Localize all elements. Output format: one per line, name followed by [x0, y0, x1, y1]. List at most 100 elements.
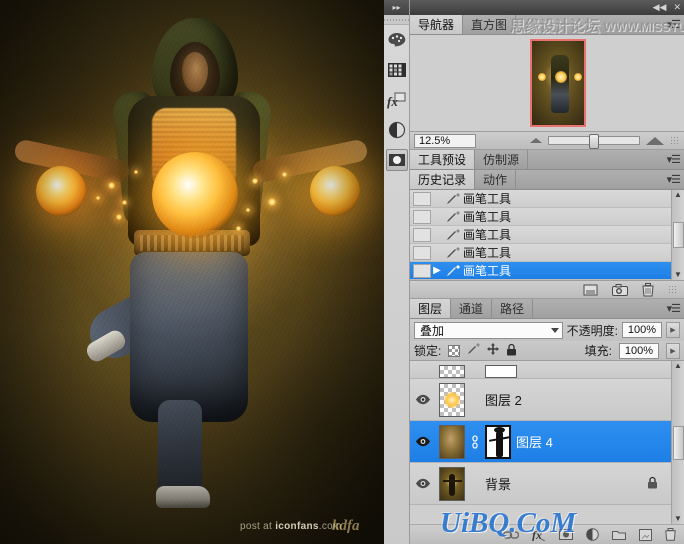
- color-palette-icon[interactable]: [385, 25, 409, 55]
- new-group-icon[interactable]: [612, 529, 626, 540]
- zoom-slider-knob[interactable]: [589, 134, 599, 149]
- layers-scroll-up-icon[interactable]: ▲: [674, 361, 682, 371]
- image-canvas[interactable]: post at iconfans.com kdfa: [0, 0, 384, 544]
- history-list[interactable]: 画笔工具 画笔工具 画笔工具 画笔工具 ▶ 画笔工具 ▲ ▼: [410, 190, 684, 281]
- swatches-grid-icon[interactable]: [385, 55, 409, 85]
- navigator-panel-menu-icon[interactable]: ▾☰: [667, 18, 681, 31]
- layer-thumbnail[interactable]: [439, 365, 465, 378]
- layer-visibility-toggle[interactable]: [412, 436, 434, 447]
- fill-stepper[interactable]: ▶: [666, 342, 680, 359]
- layer-name: 图层 2: [485, 393, 522, 408]
- toolpresets-tabstrip: 工具预设 仿制源 ▾☰: [410, 150, 684, 170]
- history-item-selected[interactable]: ▶ 画笔工具: [410, 262, 684, 280]
- navigator-preview[interactable]: [410, 35, 684, 132]
- history-snapshot-toggle[interactable]: [413, 245, 431, 260]
- layers-scrollbar[interactable]: ▲ ▼: [671, 361, 684, 524]
- link-layers-icon[interactable]: [503, 530, 519, 540]
- layer-thumbnail[interactable]: [439, 466, 465, 501]
- brush-tool-icon: [443, 192, 463, 205]
- brush-tool-icon: [443, 246, 463, 259]
- layers-scroll-thumb[interactable]: [672, 425, 684, 460]
- tab-clone-source[interactable]: 仿制源: [475, 150, 529, 169]
- history-snapshot-toggle[interactable]: [413, 191, 431, 206]
- canvas-credit: post at iconfans.com: [240, 521, 342, 532]
- adjustment-layer-icon[interactable]: [586, 528, 599, 541]
- history-snapshot-toggle[interactable]: [413, 263, 431, 278]
- rail-expand-button[interactable]: ▸▸: [384, 0, 409, 15]
- layer-list[interactable]: 图层 2 图层 4 背景 ▲ ▼: [410, 361, 684, 524]
- tab-histogram[interactable]: 直方图: [463, 15, 517, 34]
- history-scroll-up-icon[interactable]: ▲: [674, 190, 682, 200]
- history-tabstrip: 历史记录 动作 ▾☰: [410, 170, 684, 190]
- opacity-label: 不透明度:: [566, 323, 618, 338]
- layer-row-selected[interactable]: 图层 4: [410, 421, 684, 463]
- layer-visibility-toggle[interactable]: [412, 394, 434, 405]
- new-document-icon[interactable]: [583, 284, 598, 296]
- zoom-out-icon[interactable]: [530, 138, 542, 143]
- history-snapshot-toggle[interactable]: [413, 227, 431, 242]
- zoom-in-icon[interactable]: [646, 136, 664, 145]
- masks-icon[interactable]: [385, 149, 408, 171]
- lock-all-icon[interactable]: [506, 343, 517, 359]
- zoom-slider[interactable]: [548, 134, 640, 149]
- svg-text:fx: fx: [532, 528, 542, 541]
- layer-mask-icon[interactable]: [559, 529, 573, 540]
- history-item[interactable]: 画笔工具: [410, 190, 684, 208]
- history-snapshot-toggle[interactable]: [413, 209, 431, 224]
- history-scroll-down-icon[interactable]: ▼: [674, 270, 682, 280]
- layer-row[interactable]: 背景: [410, 463, 684, 505]
- history-scrollbar[interactable]: ▲ ▼: [671, 190, 684, 280]
- layer-style-fx-icon[interactable]: fx: [385, 85, 409, 115]
- layer-thumbnail[interactable]: [439, 382, 465, 417]
- history-scroll-thumb[interactable]: [672, 222, 684, 248]
- layer-mask-thumbnail[interactable]: [485, 424, 511, 459]
- delete-layer-icon[interactable]: [665, 528, 676, 541]
- layer-thumbnail[interactable]: [439, 424, 465, 459]
- history-resize-grip[interactable]: [668, 284, 678, 295]
- tab-tool-presets[interactable]: 工具预设: [410, 150, 476, 169]
- new-layer-icon[interactable]: [639, 528, 652, 541]
- adjustments-icon[interactable]: [385, 115, 409, 145]
- navigator-resize-grip[interactable]: [670, 135, 680, 146]
- trash-icon[interactable]: [642, 282, 654, 297]
- tab-layers[interactable]: 图层: [410, 299, 452, 318]
- blend-mode-value: 叠加: [420, 323, 445, 338]
- layers-panel-menu-icon[interactable]: ▾☰: [667, 302, 681, 315]
- toolpresets-panel-menu-icon[interactable]: ▾☰: [667, 153, 681, 166]
- layers-scroll-down-icon[interactable]: ▼: [674, 514, 682, 524]
- tab-actions[interactable]: 动作: [475, 170, 517, 189]
- tab-channels[interactable]: 通道: [451, 299, 493, 318]
- navigator-tab-filler: ▾☰: [516, 15, 684, 34]
- opacity-input[interactable]: 100%: [622, 322, 662, 338]
- layer-style-fx-icon[interactable]: fx: [532, 528, 546, 541]
- layer-row[interactable]: [410, 361, 684, 379]
- rail-grip[interactable]: [384, 15, 409, 25]
- layer-mask-thumbnail[interactable]: [485, 365, 517, 378]
- opacity-stepper[interactable]: ▶: [666, 322, 680, 338]
- lock-transparency-icon[interactable]: [448, 344, 461, 357]
- panel-dock: ▸▸ fx ◀◀ ✕ 导航器 直方图 ▾☰ 思缘设计论坛 WWW.MISSYU …: [384, 0, 684, 544]
- blend-mode-select[interactable]: 叠加: [414, 321, 563, 339]
- layer-name: 图层 4: [516, 435, 553, 450]
- close-dock-button[interactable]: ✕: [673, 3, 681, 12]
- tab-navigator[interactable]: 导航器: [410, 15, 464, 34]
- layers-panel: 叠加 不透明度: 100% ▶ 锁定: 填充: 100% ▶ 图层 2 图层 4…: [410, 319, 684, 544]
- tab-paths[interactable]: 路径: [492, 299, 534, 318]
- collapse-dock-button[interactable]: ◀◀: [653, 3, 667, 12]
- navigator-thumbnail[interactable]: [530, 39, 586, 127]
- fill-input[interactable]: 100%: [619, 342, 659, 359]
- snapshot-camera-icon[interactable]: [612, 283, 628, 296]
- lock-paint-icon[interactable]: [467, 343, 481, 358]
- history-item[interactable]: 画笔工具: [410, 226, 684, 244]
- history-panel-menu-icon[interactable]: ▾☰: [667, 173, 681, 186]
- history-item-label: 画笔工具: [463, 246, 512, 260]
- layer-visibility-toggle[interactable]: [412, 478, 434, 489]
- tab-history[interactable]: 历史记录: [410, 170, 476, 189]
- lock-move-icon[interactable]: [487, 343, 500, 358]
- credit-brand: iconfans: [275, 521, 319, 532]
- layer-link-icon[interactable]: [470, 434, 480, 449]
- layer-row[interactable]: 图层 2: [410, 379, 684, 421]
- zoom-level-input[interactable]: 12.5%: [414, 133, 476, 148]
- history-item[interactable]: 画笔工具: [410, 244, 684, 262]
- history-item[interactable]: 画笔工具: [410, 208, 684, 226]
